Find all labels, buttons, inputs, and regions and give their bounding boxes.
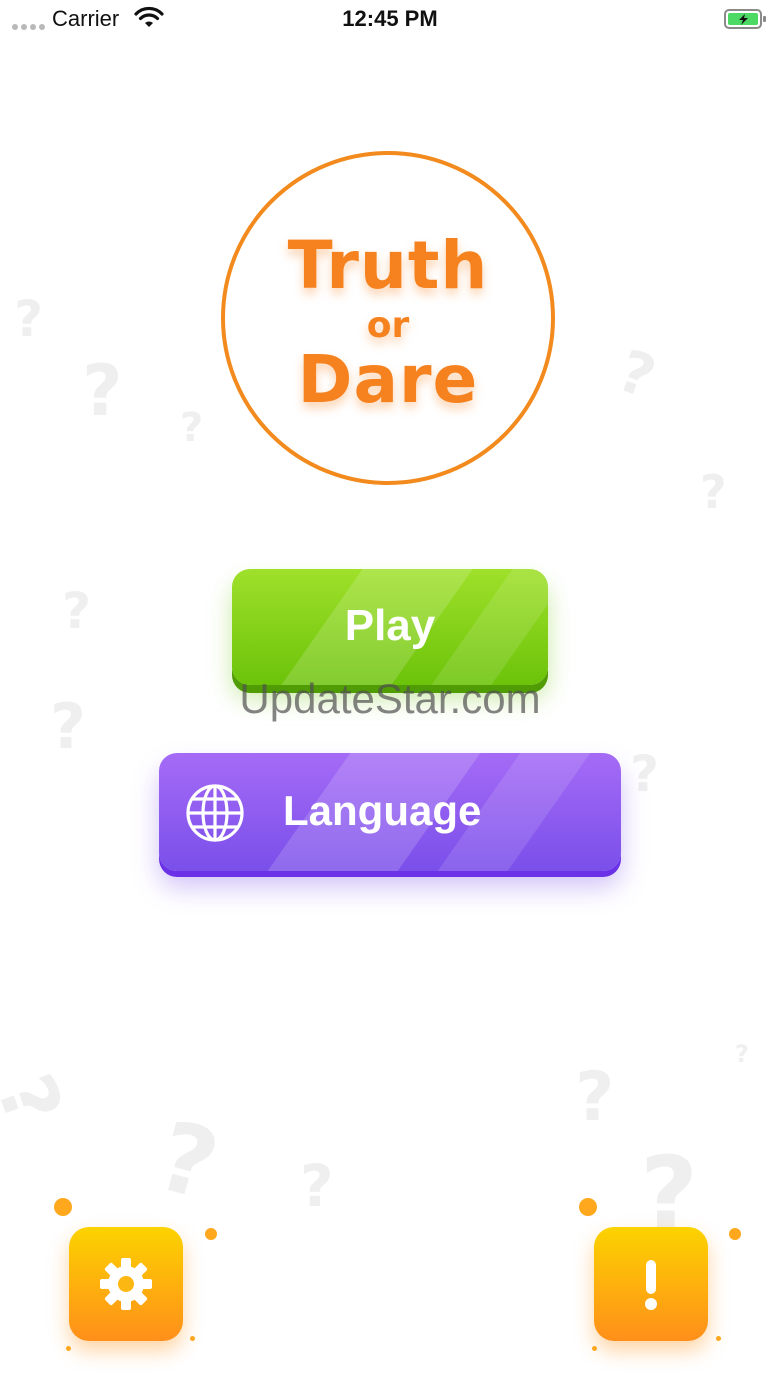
truth-or-dare-logo: Truth or Dare <box>221 151 555 485</box>
play-button[interactable]: Play <box>232 569 548 685</box>
exclamation-icon <box>645 1260 657 1310</box>
language-button-label: Language <box>283 787 482 834</box>
decorative-question-mark: ? <box>14 290 44 348</box>
decorative-question-mark: ? <box>62 582 92 640</box>
info-button[interactable] <box>594 1227 708 1341</box>
decorative-question-mark: ? <box>180 405 204 451</box>
language-button[interactable]: Language <box>159 753 621 871</box>
gear-icon <box>100 1258 152 1310</box>
decorative-dot <box>66 1346 71 1351</box>
settings-button[interactable] <box>69 1227 183 1341</box>
clock: 12:45 PM <box>342 6 438 31</box>
logo-word-or: or <box>366 305 410 346</box>
battery-icon <box>724 9 766 29</box>
decorative-dot <box>592 1346 597 1351</box>
decorative-dot <box>205 1228 217 1240</box>
decorative-question-mark: ? <box>82 350 123 432</box>
logo-word-dare: Dare <box>297 341 479 418</box>
play-button-label: Play <box>344 601 436 650</box>
decorative-dot <box>54 1198 72 1216</box>
logo-word-truth: Truth <box>287 227 489 304</box>
decorative-question-mark: ? <box>146 1099 230 1223</box>
decorative-question-mark: ? <box>575 1058 615 1137</box>
decorative-dot <box>729 1228 741 1240</box>
decorative-dot <box>716 1336 721 1341</box>
decorative-question-mark: ? <box>735 1040 749 1068</box>
decorative-question-mark: ? <box>609 336 665 412</box>
watermark-text: UpdateStar.com <box>239 675 541 722</box>
decorative-dot <box>579 1198 597 1216</box>
decorative-dot <box>190 1336 195 1341</box>
decorative-question-mark: ? <box>700 465 727 519</box>
decorative-question-mark: ? <box>0 1063 79 1137</box>
decorative-question-mark: ? <box>630 745 660 803</box>
status-bar: Carrier 12:45 PM <box>0 0 780 40</box>
decorative-question-mark: ? <box>300 1152 334 1220</box>
